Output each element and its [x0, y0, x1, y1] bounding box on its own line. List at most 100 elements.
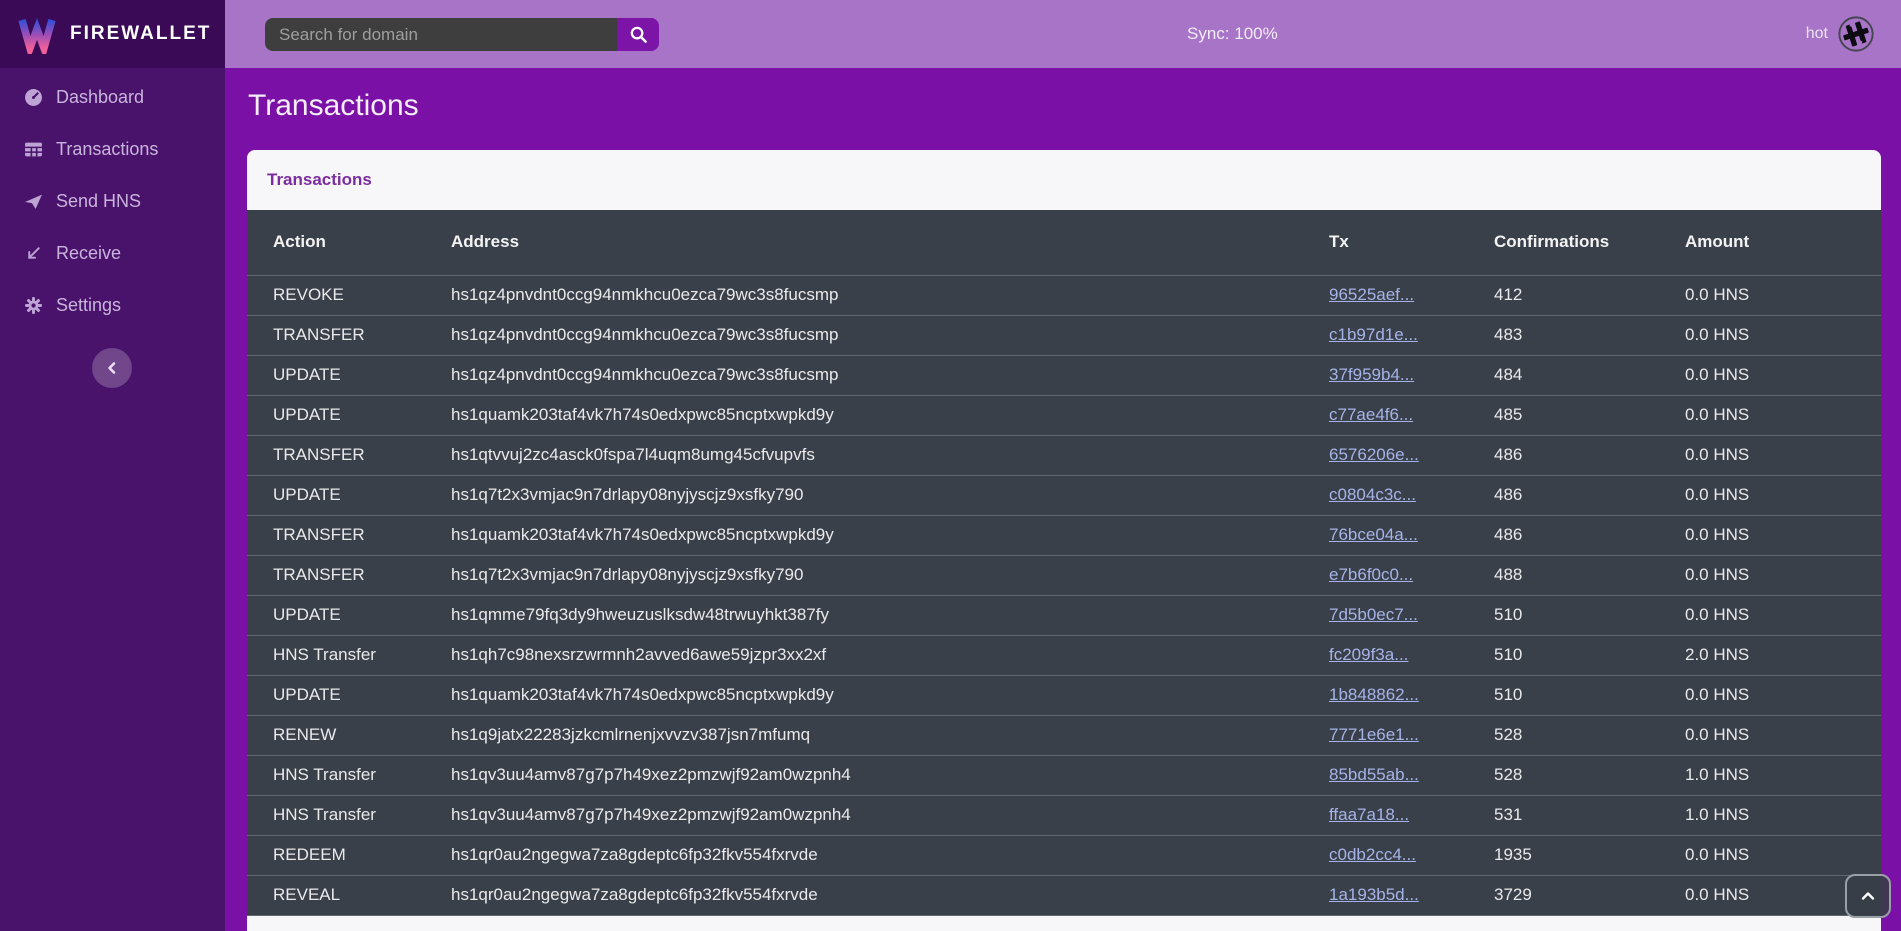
cell-amount: 1.0 HNS	[1659, 755, 1881, 795]
cell-address: hs1qmme79fq3dy9hweuzuslksdw48trwuyhkt387…	[425, 595, 1303, 635]
wallet-selector: hot	[1806, 0, 1875, 68]
sidebar-item-dashboard[interactable]: Dashboard	[0, 71, 225, 123]
tx-link[interactable]: c77ae4f6...	[1329, 405, 1413, 424]
cell-amount: 0.0 HNS	[1659, 355, 1881, 395]
cell-address: hs1q7t2x3vmjac9n7drlapy08nyjyscjz9xsfky7…	[425, 475, 1303, 515]
cell-confirmations: 484	[1468, 355, 1659, 395]
tx-link[interactable]: e7b6f0c0...	[1329, 565, 1413, 584]
cell-address: hs1qv3uu4amv87g7p7h49xez2pmzwjf92am0wzpn…	[425, 795, 1303, 835]
cell-tx: 7d5b0ec7...	[1303, 595, 1468, 635]
table-row: UPDATE hs1q7t2x3vmjac9n7drlapy08nyjyscjz…	[247, 475, 1881, 515]
cell-amount: 2.0 HNS	[1659, 635, 1881, 675]
cell-amount: 0.0 HNS	[1659, 715, 1881, 755]
tx-link[interactable]: c1b97d1e...	[1329, 325, 1418, 344]
column-header-action: Action	[247, 210, 425, 275]
cell-tx: 1a193b5d...	[1303, 875, 1468, 915]
sidebar-item-transactions[interactable]: Transactions	[0, 123, 225, 175]
tx-link[interactable]: 76bce04a...	[1329, 525, 1418, 544]
cell-amount: 0.0 HNS	[1659, 835, 1881, 875]
cell-confirmations: 486	[1468, 515, 1659, 555]
cell-confirmations: 3729	[1468, 875, 1659, 915]
cell-address: hs1qv3uu4amv87g7p7h49xez2pmzwjf92am0wzpn…	[425, 755, 1303, 795]
tx-link[interactable]: c0804c3c...	[1329, 485, 1416, 504]
search-input[interactable]	[265, 18, 617, 51]
sidebar-collapse-button[interactable]	[92, 348, 132, 388]
table-row: TRANSFER hs1qtvvuj2zc4asck0fspa7l4uqm8um…	[247, 435, 1881, 475]
cell-action: UPDATE	[247, 475, 425, 515]
tx-link[interactable]: 7d5b0ec7...	[1329, 605, 1418, 624]
table-row: HNS Transfer hs1qv3uu4amv87g7p7h49xez2pm…	[247, 795, 1881, 835]
cell-address: hs1qh7c98nexsrzwrmnh2avved6awe59jzpr3xx2…	[425, 635, 1303, 675]
column-header-address: Address	[425, 210, 1303, 275]
sidebar-item-label: Receive	[56, 243, 121, 264]
gear-icon	[23, 295, 43, 315]
tx-link[interactable]: 7771e6e1...	[1329, 725, 1419, 744]
cell-confirmations: 1935	[1468, 835, 1659, 875]
cell-action: UPDATE	[247, 675, 425, 715]
tx-link[interactable]: 37f959b4...	[1329, 365, 1414, 384]
cell-amount: 0.0 HNS	[1659, 275, 1881, 315]
cell-action: REVOKE	[247, 275, 425, 315]
table-row: REVOKE hs1qz4pnvdnt0ccg94nmkhcu0ezca79wc…	[247, 275, 1881, 315]
brand[interactable]: FIREWALLET	[0, 0, 225, 68]
cell-confirmations: 510	[1468, 635, 1659, 675]
cell-tx: fc209f3a...	[1303, 635, 1468, 675]
receive-icon	[23, 243, 43, 263]
tx-link[interactable]: c0db2cc4...	[1329, 845, 1416, 864]
sidebar-item-receive[interactable]: Receive	[0, 227, 225, 279]
tx-link[interactable]: 6576206e...	[1329, 445, 1419, 464]
cell-tx: 7771e6e1...	[1303, 715, 1468, 755]
cell-action: RENEW	[247, 715, 425, 755]
cell-action: REVEAL	[247, 875, 425, 915]
card-header: Transactions	[247, 150, 1881, 210]
cell-confirmations: 528	[1468, 715, 1659, 755]
tx-link[interactable]: 1a193b5d...	[1329, 885, 1419, 904]
search-button[interactable]	[617, 18, 659, 51]
cell-tx: 96525aef...	[1303, 275, 1468, 315]
cell-confirmations: 485	[1468, 395, 1659, 435]
sidebar-item-settings[interactable]: Settings	[0, 279, 225, 331]
tx-link[interactable]: 96525aef...	[1329, 285, 1414, 304]
page-title: Transactions	[248, 89, 419, 123]
handshake-logo-icon[interactable]	[1837, 15, 1875, 53]
table-row: TRANSFER hs1qz4pnvdnt0ccg94nmkhcu0ezca79…	[247, 315, 1881, 355]
tx-link[interactable]: 1b848862...	[1329, 685, 1419, 704]
column-header-confirmations: Confirmations	[1468, 210, 1659, 275]
cell-address: hs1qtvvuj2zc4asck0fspa7l4uqm8umg45cfvupv…	[425, 435, 1303, 475]
cell-confirmations: 510	[1468, 675, 1659, 715]
cell-address: hs1quamk203taf4vk7h74s0edxpwc85ncptxwpkd…	[425, 515, 1303, 555]
table-row: UPDATE hs1quamk203taf4vk7h74s0edxpwc85nc…	[247, 395, 1881, 435]
cell-action: HNS Transfer	[247, 635, 425, 675]
dashboard-icon	[23, 87, 43, 107]
cell-amount: 0.0 HNS	[1659, 515, 1881, 555]
cell-confirmations: 531	[1468, 795, 1659, 835]
tx-link[interactable]: fc209f3a...	[1329, 645, 1408, 664]
tx-link[interactable]: 85bd55ab...	[1329, 765, 1419, 784]
brand-name: FIREWALLET	[70, 23, 211, 45]
cell-amount: 0.0 HNS	[1659, 435, 1881, 475]
table-icon	[23, 139, 43, 159]
cell-address: hs1q7t2x3vmjac9n7drlapy08nyjyscjz9xsfky7…	[425, 555, 1303, 595]
wallet-name: hot	[1806, 25, 1828, 43]
sidebar-item-send-hns[interactable]: Send HNS	[0, 175, 225, 227]
tx-link[interactable]: ffaa7a18...	[1329, 805, 1409, 824]
column-header-tx: Tx	[1303, 210, 1468, 275]
cell-tx: 76bce04a...	[1303, 515, 1468, 555]
cell-tx: c0804c3c...	[1303, 475, 1468, 515]
cell-tx: e7b6f0c0...	[1303, 555, 1468, 595]
cell-action: UPDATE	[247, 355, 425, 395]
scroll-to-top-button[interactable]	[1845, 874, 1891, 918]
cell-amount: 0.0 HNS	[1659, 475, 1881, 515]
sidebar: FIREWALLET Dashboard Transactions Send H…	[0, 0, 225, 931]
cell-action: UPDATE	[247, 395, 425, 435]
sidebar-item-label: Settings	[56, 295, 121, 316]
chevron-up-icon	[1860, 888, 1876, 904]
table-row: HNS Transfer hs1qh7c98nexsrzwrmnh2avved6…	[247, 635, 1881, 675]
send-icon	[23, 191, 43, 211]
cell-address: hs1qz4pnvdnt0ccg94nmkhcu0ezca79wc3s8fucs…	[425, 315, 1303, 355]
table-row: RENEW hs1q9jatx22283jzkcmlrnenjxvvzv387j…	[247, 715, 1881, 755]
cell-confirmations: 412	[1468, 275, 1659, 315]
table-row: REVEAL hs1qr0au2ngegwa7za8gdeptc6fp32fkv…	[247, 875, 1881, 915]
sidebar-nav: Dashboard Transactions Send HNS Receive	[0, 68, 225, 331]
cell-address: hs1quamk203taf4vk7h74s0edxpwc85ncptxwpkd…	[425, 675, 1303, 715]
